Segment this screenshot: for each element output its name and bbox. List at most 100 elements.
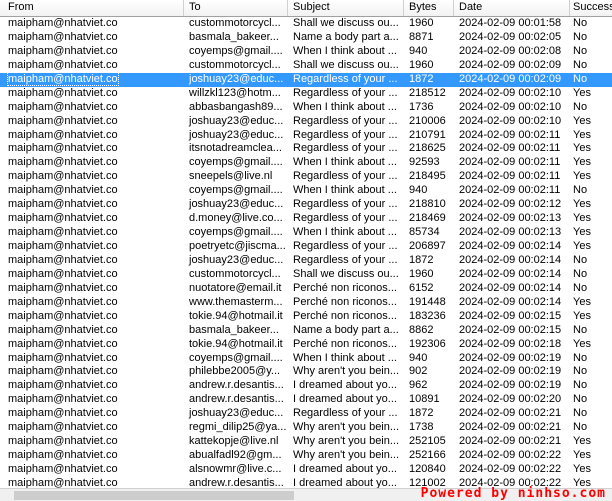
cell-date: 2024-02-09 00:02:11 [459, 128, 561, 141]
cell-date: 2024-02-09 00:02:11 [459, 170, 561, 183]
column-header-date[interactable]: Date [454, 0, 570, 16]
cell-subject: Regardless of your ... [293, 240, 398, 252]
column-header-subject[interactable]: Subject [288, 0, 404, 16]
cell-bytes: 218512 [409, 86, 446, 99]
cell-success: No [573, 58, 588, 71]
cell-date: 2024-02-09 00:01:58 [459, 17, 562, 29]
cell-subject: Regardless of your ... [293, 128, 398, 141]
cell-subject: Regardless of your ... [293, 212, 398, 225]
table-row[interactable]: maipham@nhatviet.co kattekopje@live.nl Why… [0, 435, 612, 449]
table-row[interactable]: maipham@nhatviet.co joshuay23@educ... Rega… [0, 254, 612, 268]
table-row[interactable]: maipham@nhatviet.co basmala_bakeer... Name… [0, 324, 612, 338]
cell-from: maipham@nhatviet.co [8, 44, 118, 57]
cell-subject: Regardless of your ... [293, 170, 398, 183]
cell-date: 2024-02-09 00:02:21 [459, 421, 562, 434]
table-row[interactable]: maipham@nhatviet.co joshuay23@educ... Rega… [0, 407, 612, 421]
table-row[interactable]: maipham@nhatviet.co custommotorcycl... Sha… [0, 268, 612, 282]
table-row[interactable]: maipham@nhatviet.co joshuay23@educ... Rega… [0, 115, 612, 129]
cell-from: maipham@nhatviet.co [8, 240, 118, 252]
cell-subject: Shall we discuss ou... [293, 58, 399, 71]
table-row[interactable]: maipham@nhatviet.co andrew.r.desantis... I… [0, 393, 612, 407]
cell-from: maipham@nhatviet.co [8, 463, 118, 475]
cell-from: maipham@nhatviet.co [8, 281, 118, 294]
column-header-to[interactable]: To [184, 0, 288, 16]
table-row[interactable]: maipham@nhatviet.co joshuay23@educ... Rega… [0, 72, 612, 87]
cell-date: 2024-02-09 00:02:14 [459, 240, 562, 252]
cell-bytes: 1736 [409, 100, 434, 113]
cell-to: poetryetc@jiscma... [189, 240, 286, 252]
cell-subject: I dreamed about yo... [293, 379, 397, 392]
column-header-success[interactable]: Success [570, 0, 612, 16]
cell-success: Yes [573, 156, 591, 169]
table-row[interactable]: maipham@nhatviet.co tokie.94@hotmail.it Pe… [0, 338, 612, 352]
cell-from: maipham@nhatviet.co [8, 449, 118, 462]
cell-date: 2024-02-09 00:02:20 [459, 393, 562, 406]
table-row[interactable]: maipham@nhatviet.co coyemps@gmail.... When… [0, 226, 612, 240]
table-row[interactable]: maipham@nhatviet.co coyemps@gmail.... When… [0, 45, 612, 59]
cell-success: No [573, 351, 588, 364]
cell-success: Yes [573, 449, 591, 462]
cell-date: 2024-02-09 00:02:15 [459, 323, 562, 336]
table-row[interactable]: maipham@nhatviet.co andrew.r.desantis... I… [0, 379, 612, 393]
table-row[interactable]: maipham@nhatviet.co nuotatore@email.it Per… [0, 282, 612, 296]
table-row[interactable]: maipham@nhatviet.co custommotorcycl... Sha… [0, 59, 612, 73]
table-row[interactable]: maipham@nhatviet.co www.themasterm... Perc… [0, 296, 612, 310]
cell-bytes: 10891 [409, 393, 440, 406]
table-row[interactable]: maipham@nhatviet.co itsnotadreamclea... Re… [0, 142, 612, 156]
cell-bytes: 120840 [409, 463, 446, 475]
cell-bytes: 218469 [409, 212, 446, 225]
cell-bytes: 962 [409, 379, 428, 392]
cell-success: Yes [573, 435, 591, 448]
table-row[interactable]: maipham@nhatviet.co abualfadl92@gm... Why … [0, 449, 612, 463]
table-row[interactable]: maipham@nhatviet.co philebbe2005@y... Why … [0, 365, 612, 379]
cell-from: maipham@nhatviet.co [8, 309, 118, 322]
cell-bytes: 252105 [409, 435, 446, 448]
table-row[interactable]: maipham@nhatviet.co coyemps@gmail.... When… [0, 156, 612, 170]
table-row[interactable]: maipham@nhatviet.co coyemps@gmail.... When… [0, 352, 612, 366]
cell-success: No [573, 323, 588, 336]
table-row[interactable]: maipham@nhatviet.co basmala_bakeer... Name… [0, 31, 612, 45]
table-row[interactable]: maipham@nhatviet.co willzkl123@hotm... Reg… [0, 87, 612, 101]
cell-to: custommotorcycl... [189, 58, 281, 71]
table-row[interactable]: maipham@nhatviet.co tokie.94@hotmail.it Pe… [0, 310, 612, 324]
table-row[interactable]: maipham@nhatviet.co coyemps@gmail.... When… [0, 184, 612, 198]
cell-to: regmi_dilip25@ya... [189, 421, 287, 434]
cell-to: sneepels@live.nl [189, 170, 273, 183]
cell-date: 2024-02-09 00:02:19 [459, 351, 562, 364]
cell-to: joshuay23@educ... [189, 407, 284, 420]
cell-from: maipham@nhatviet.co [8, 184, 118, 197]
table-row[interactable]: maipham@nhatviet.co abbasbangash89... When… [0, 101, 612, 115]
cell-subject: Regardless of your ... [293, 198, 398, 211]
cell-date: 2024-02-09 00:02:19 [459, 379, 562, 392]
column-header-bytes[interactable]: Bytes [404, 0, 454, 16]
table-row[interactable]: maipham@nhatviet.co sneepels@live.nl Regar… [0, 170, 612, 184]
table-row[interactable]: maipham@nhatviet.co custommotorcycl... Sha… [0, 17, 612, 31]
cell-date: 2024-02-09 00:02:14 [459, 267, 562, 280]
column-header-from[interactable]: From [0, 0, 184, 16]
table-row[interactable]: maipham@nhatviet.co poetryetc@jiscma... Re… [0, 240, 612, 254]
cell-to: coyemps@gmail.... [189, 44, 283, 57]
scrollbar-thumb[interactable] [14, 491, 294, 500]
cell-date: 2024-02-09 00:02:11 [459, 142, 561, 155]
cell-success: Yes [573, 212, 591, 225]
cell-success: No [573, 17, 588, 29]
cell-subject: Why aren't you bein... [293, 449, 400, 462]
cell-bytes: 210006 [409, 114, 446, 127]
cell-success: Yes [573, 337, 591, 350]
cell-success: No [573, 267, 588, 280]
cell-success: No [573, 72, 588, 85]
cell-bytes: 1872 [409, 253, 434, 266]
table-row[interactable]: maipham@nhatviet.co joshuay23@educ... Rega… [0, 129, 612, 143]
cell-from: maipham@nhatviet.co [8, 114, 118, 127]
cell-date: 2024-02-09 00:02:21 [459, 407, 562, 420]
cell-to: abualfadl92@gm... [189, 449, 282, 462]
cell-success: Yes [573, 463, 591, 475]
cell-to: joshuay23@educ... [189, 253, 284, 266]
cell-from: maipham@nhatviet.co [8, 351, 118, 364]
table-row[interactable]: maipham@nhatviet.co regmi_dilip25@ya... Wh… [0, 421, 612, 435]
table-row[interactable]: maipham@nhatviet.co joshuay23@educ... Rega… [0, 198, 612, 212]
table-row[interactable]: maipham@nhatviet.co alsnowmr@live.c... I d… [0, 463, 612, 477]
message-list-view[interactable]: From To Subject Bytes Date Success maiph… [0, 0, 612, 501]
cell-bytes: 183236 [409, 309, 446, 322]
table-row[interactable]: maipham@nhatviet.co d.money@live.co... Reg… [0, 212, 612, 226]
